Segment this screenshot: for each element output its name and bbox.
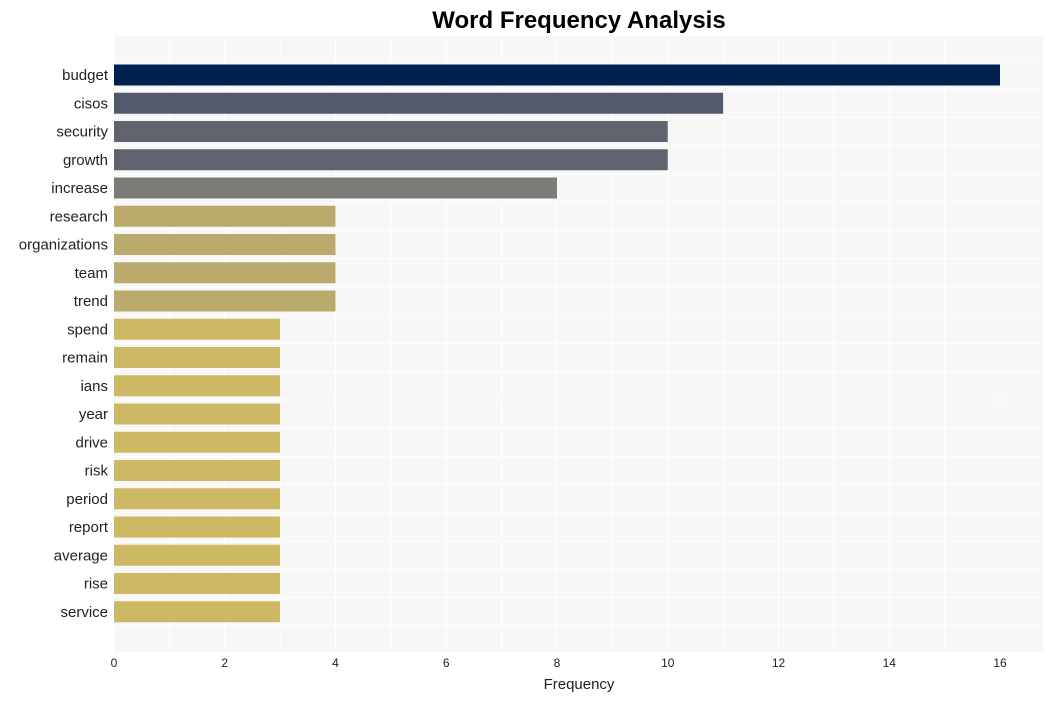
y-label-remain: remain (62, 350, 108, 367)
bar-remain (114, 347, 281, 368)
x-tick-2: 2 (221, 656, 228, 670)
bar-trend (114, 290, 336, 312)
y-label-year: year (79, 406, 108, 423)
y-label-ians: ians (80, 378, 108, 395)
bar-report (114, 516, 281, 538)
chart-title: Word Frequency Analysis (432, 7, 725, 34)
y-label-research: research (50, 208, 108, 225)
y-label-average: average (54, 547, 108, 564)
x-tick-4: 4 (332, 656, 339, 670)
y-label-report: report (69, 519, 109, 536)
y-label-spend: spend (67, 321, 108, 338)
y-label-organizations: organizations (19, 237, 108, 254)
bar-year (114, 403, 281, 425)
bar-average (114, 544, 281, 566)
bar-increase (114, 177, 557, 199)
bar-risk (114, 460, 281, 481)
x-tick-6: 6 (443, 656, 450, 670)
bar-period (114, 488, 281, 510)
y-label-cisos: cisos (74, 95, 108, 112)
bar-budget (114, 64, 1000, 86)
y-label-risk: risk (85, 463, 109, 480)
word-frequency-chart: Word Frequency Analysis budget cisos secur… (19, 7, 1043, 693)
y-label-growth: growth (63, 152, 108, 169)
x-axis-label: Frequency (544, 676, 615, 693)
x-axis-ticks: 0 2 4 6 8 10 12 14 16 (111, 656, 1007, 670)
bar-organizations (114, 234, 336, 255)
bar-spend (114, 318, 281, 340)
y-label-team: team (75, 265, 108, 282)
y-label-drive: drive (75, 434, 108, 451)
bar-ians (114, 375, 281, 397)
x-tick-16: 16 (993, 656, 1007, 670)
y-label-security: security (56, 124, 108, 141)
y-label-budget: budget (62, 67, 109, 84)
y-label-period: period (66, 491, 108, 508)
bar-drive (114, 431, 281, 453)
x-tick-0: 0 (111, 656, 118, 670)
bar-cisos (114, 92, 724, 114)
y-label-rise: rise (84, 576, 108, 593)
y-axis-labels: budget cisos security growth increase researc… (19, 67, 109, 621)
bar-growth (114, 149, 668, 171)
x-tick-10: 10 (661, 656, 675, 670)
y-label-increase: increase (51, 180, 108, 197)
bar-rise (114, 573, 281, 594)
y-label-service: service (60, 604, 108, 621)
bar-research (114, 205, 336, 227)
x-tick-14: 14 (883, 656, 897, 670)
y-label-trend: trend (74, 293, 108, 310)
bar-team (114, 262, 336, 284)
x-tick-12: 12 (772, 656, 786, 670)
bar-security (114, 121, 668, 142)
x-tick-8: 8 (554, 656, 561, 670)
bar-service (114, 601, 281, 623)
